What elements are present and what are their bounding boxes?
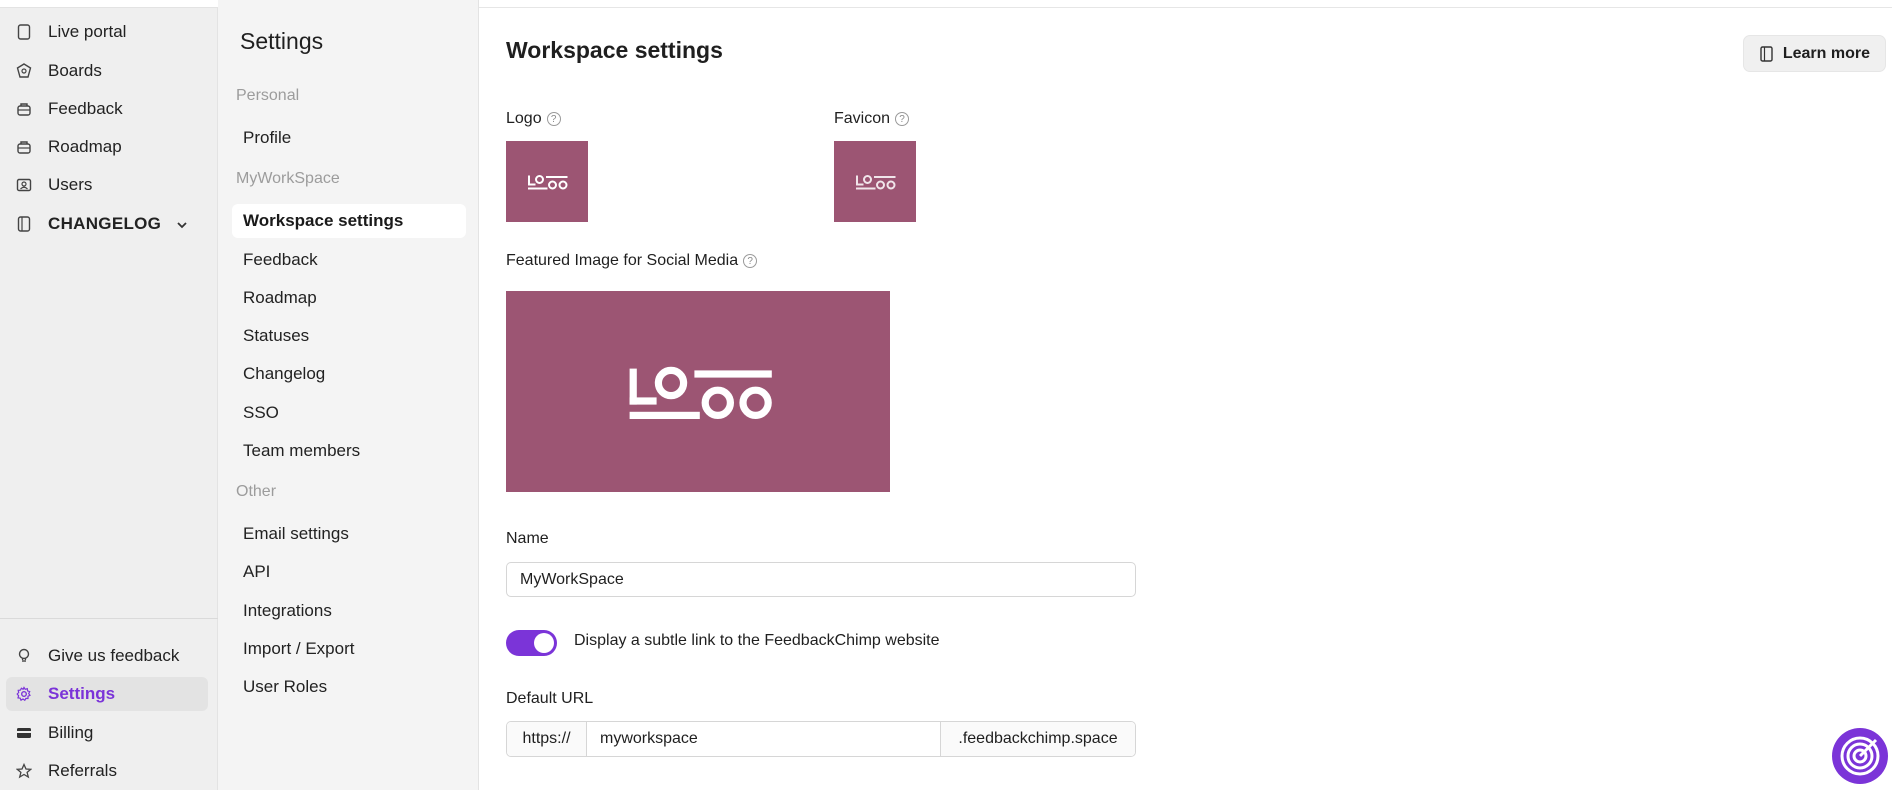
learn-more-button[interactable]: Learn more (1742, 35, 1886, 72)
menu-section-other: Other (236, 483, 277, 500)
nav-item-billing[interactable]: Billing (6, 716, 208, 750)
menu-item-sso[interactable]: SSO (232, 396, 466, 430)
nav-item-settings[interactable]: Settings (6, 677, 208, 711)
menu-item-import-export[interactable]: Import / Export (232, 632, 466, 666)
name-input[interactable]: MyWorkSpace (506, 562, 1136, 597)
help-icon[interactable]: ? (546, 112, 561, 126)
menu-item-workspace-settings[interactable]: Workspace settings (232, 204, 466, 238)
nav-item-changelog[interactable]: CHANGELOG (6, 207, 208, 241)
favicon-label: Favicon (834, 110, 891, 127)
menu-section-workspace: MyWorkSpace (236, 170, 340, 187)
powered-by-label: Display a subtle link to the FeedbackChi… (574, 632, 940, 649)
help-icon[interactable]: ? (743, 254, 758, 268)
left-nav: Live portal Boards Feedback Roadmap User… (0, 0, 218, 790)
nav-item-referrals[interactable]: Referrals (6, 754, 208, 788)
menu-item-feedback[interactable]: Feedback (232, 243, 466, 277)
nav-item-label: Settings (48, 684, 116, 703)
menu-item-roadmap[interactable]: Roadmap (232, 281, 466, 315)
favicon-image (856, 174, 896, 189)
url-suffix: .feedbackchimp.space (940, 722, 1135, 756)
feedback-icon (16, 101, 32, 117)
menu-item-user-roles[interactable]: User Roles (232, 670, 466, 704)
gear-icon (16, 686, 32, 702)
logo-upload[interactable] (506, 141, 588, 222)
nav-item-roadmap[interactable]: Roadmap (6, 130, 208, 164)
learn-more-label: Learn more (1782, 44, 1870, 62)
card-icon (16, 725, 32, 741)
favicon-upload[interactable] (834, 141, 916, 222)
menu-item-api[interactable]: API (232, 555, 466, 589)
help-icon[interactable]: ? (895, 112, 910, 126)
main-panel: Workspace settings Learn more Logo ? Fav… (479, 0, 1892, 790)
menu-item-team-members[interactable]: Team members (232, 434, 466, 468)
default-url-label: Default URL (506, 690, 594, 707)
roadmap-icon (16, 139, 32, 155)
default-url-field: https:// myworkspace .feedbackchimp.spac… (506, 721, 1136, 757)
nav-divider (0, 618, 218, 619)
portal-icon (16, 24, 32, 40)
settings-menu: Settings Personal Profile MyWorkSpace Wo… (218, 0, 479, 790)
users-icon (16, 177, 32, 193)
chevron-down-icon[interactable] (176, 216, 188, 236)
nav-top-strip (0, 0, 218, 8)
star-icon (16, 763, 32, 779)
featured-label-row: Featured Image for Social Media ? (506, 252, 758, 270)
menu-item-statuses[interactable]: Statuses (232, 319, 466, 353)
nav-item-give-feedback[interactable]: Give us feedback (6, 639, 208, 673)
menu-item-email-settings[interactable]: Email settings (232, 517, 466, 551)
book-icon (1760, 45, 1773, 62)
nav-item-label: Billing (48, 723, 94, 742)
page-title: Workspace settings (506, 37, 723, 63)
featured-image-upload[interactable] (506, 291, 890, 492)
featured-image (629, 366, 772, 419)
nav-item-label: Feedback (48, 99, 123, 118)
menu-item-changelog[interactable]: Changelog (232, 357, 466, 391)
nav-item-label: Users (48, 175, 93, 194)
nav-item-label: Boards (48, 61, 102, 80)
nav-item-label: CHANGELOG (48, 214, 162, 233)
menu-item-integrations[interactable]: Integrations (232, 594, 466, 628)
logo-label: Logo (506, 110, 542, 127)
url-prefix: https:// (507, 722, 587, 756)
bulb-icon (16, 648, 32, 664)
name-label: Name (506, 530, 549, 547)
menu-section-personal: Personal (236, 87, 300, 104)
boards-icon (16, 63, 32, 79)
nav-item-users[interactable]: Users (6, 168, 208, 202)
nav-item-feedback[interactable]: Feedback (6, 92, 208, 126)
nav-item-live-portal[interactable]: Live portal (6, 15, 208, 49)
nav-item-label: Referrals (48, 761, 117, 780)
subdomain-input[interactable]: myworkspace (587, 722, 940, 756)
feedback-widget-button[interactable] (1832, 728, 1888, 784)
toggle-knob (534, 633, 554, 653)
nav-item-label: Roadmap (48, 137, 122, 156)
favicon-label-row: Favicon ? (834, 110, 910, 128)
menu-title: Settings (240, 28, 324, 54)
logo-image (528, 174, 568, 189)
featured-label: Featured Image for Social Media (506, 252, 739, 269)
nav-item-label: Live portal (48, 22, 127, 41)
nav-item-label: Give us feedback (48, 646, 180, 665)
target-icon (1840, 736, 1880, 776)
menu-item-profile[interactable]: Profile (232, 121, 466, 155)
top-strip (479, 0, 1892, 8)
powered-by-toggle[interactable] (506, 630, 557, 656)
changelog-icon (16, 216, 32, 232)
nav-item-boards[interactable]: Boards (6, 54, 208, 88)
logo-label-row: Logo ? (506, 110, 561, 128)
